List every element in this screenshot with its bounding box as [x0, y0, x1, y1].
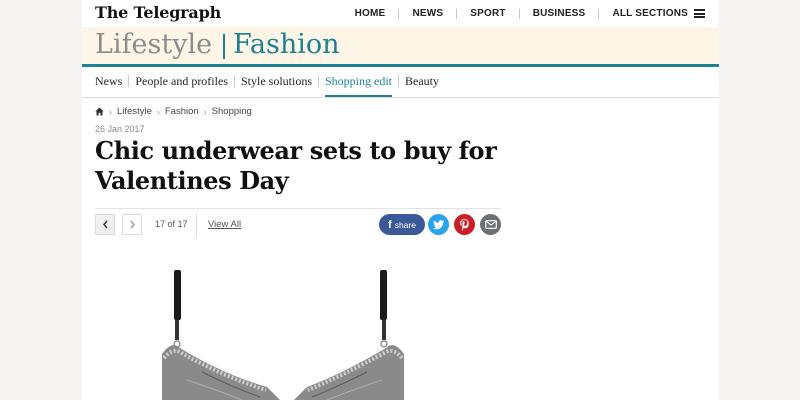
nav-all-sections[interactable]: ALL SECTIONS	[612, 8, 688, 19]
pinterest-icon	[460, 218, 469, 231]
gallery-next-button[interactable]	[122, 214, 142, 235]
chevron-right-icon: ›	[109, 106, 112, 117]
chevron-left-icon	[102, 220, 108, 229]
subnav-item-people-and-profiles[interactable]: People and profiles	[135, 73, 228, 95]
gallery-prev-button[interactable]	[95, 214, 115, 235]
pinterest-share-button[interactable]	[454, 214, 475, 235]
breadcrumb: › Lifestyle › Fashion › Shopping	[95, 106, 252, 117]
nav-home[interactable]: HOME	[355, 8, 386, 19]
subnav-item-beauty[interactable]: Beauty	[405, 73, 439, 95]
subnav-divider	[398, 75, 400, 87]
page: The Telegraph HOME NEWS SPORT BUSINESS A…	[82, 0, 719, 400]
section-band: Lifestyle Fashion	[82, 27, 719, 64]
section-title[interactable]: Fashion	[233, 29, 340, 60]
subnav-divider	[318, 75, 319, 87]
nav-divider	[518, 8, 520, 19]
nav-news[interactable]: NEWS	[412, 8, 443, 19]
breadcrumb-item-fashion[interactable]: Fashion	[165, 106, 199, 117]
chevron-right-icon: ›	[156, 106, 160, 117]
subnav-item-shopping-edit[interactable]: Shopping edit	[325, 73, 393, 97]
facebook-icon: f	[388, 218, 392, 231]
section-subnav: News People and profiles Style solutions…	[95, 73, 439, 98]
title-rule	[95, 208, 501, 209]
view-all-link[interactable]: View All	[208, 219, 241, 230]
article-date: 26 Jan 2017	[95, 124, 145, 134]
nav-divider	[598, 8, 600, 19]
chevron-right-icon: ›	[203, 106, 207, 117]
nav-divider	[456, 8, 458, 19]
top-header: The Telegraph HOME NEWS SPORT BUSINESS A…	[82, 0, 719, 27]
email-icon	[484, 220, 497, 229]
article-title: Chic underwear sets to buy for Valentine…	[95, 136, 497, 195]
twitter-icon	[432, 219, 444, 229]
email-share-button[interactable]	[480, 214, 501, 235]
breadcrumb-item-lifestyle[interactable]: Lifestyle	[117, 106, 152, 117]
section-parent-link[interactable]: Lifestyle	[95, 29, 212, 60]
facebook-share-button[interactable]: f share	[379, 214, 425, 235]
nav-business[interactable]: BUSINESS	[533, 8, 586, 19]
subnav-divider	[233, 75, 235, 87]
subnav-divider	[128, 75, 130, 87]
twitter-share-button[interactable]	[428, 214, 449, 235]
gallery-divider	[196, 214, 197, 237]
subnav-item-news[interactable]: News	[95, 73, 122, 95]
nav-divider	[398, 8, 400, 19]
site-logo[interactable]: The Telegraph	[95, 3, 221, 22]
breadcrumb-item-shopping[interactable]: Shopping	[212, 106, 252, 117]
gallery-counter: 17 of 17	[155, 219, 188, 229]
home-icon[interactable]	[95, 107, 104, 116]
section-accent-line	[82, 64, 719, 67]
section-divider	[223, 34, 225, 59]
chevron-right-icon	[129, 220, 135, 229]
subnav-rule	[82, 97, 719, 98]
share-label: share	[394, 219, 416, 230]
subnav-item-style-solutions[interactable]: Style solutions	[241, 73, 312, 95]
top-nav: HOME NEWS SPORT BUSINESS ALL SECTIONS	[355, 8, 705, 19]
product-image	[162, 270, 404, 400]
nav-sport[interactable]: SPORT	[470, 8, 505, 19]
menu-icon[interactable]	[694, 9, 705, 18]
